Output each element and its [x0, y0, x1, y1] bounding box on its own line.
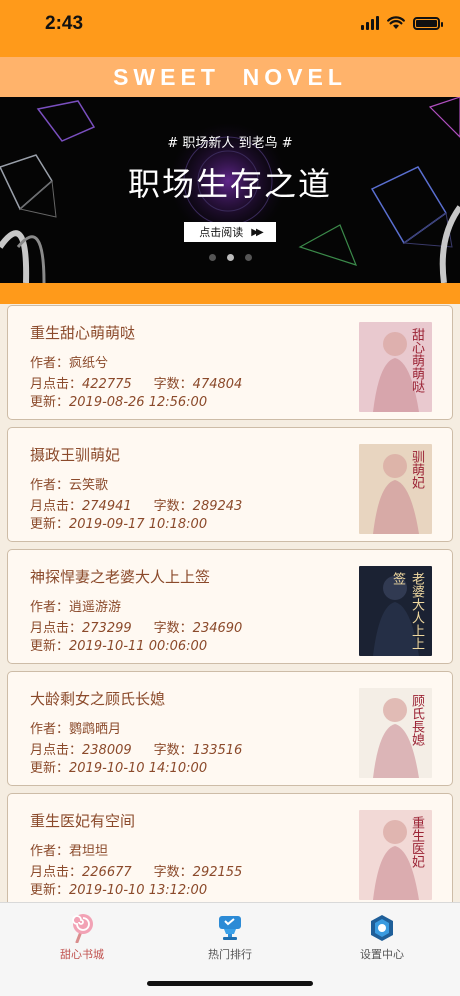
trophy-icon [215, 913, 245, 943]
book-card[interactable]: 大龄剩女之顾氏长媳 作者：鹦鹉晒月 月点击：238009 字数：133516 更新… [7, 671, 453, 786]
updated-value: 2019-10-10 14:10:00 [69, 761, 208, 776]
monthly-clicks-label: 月点击： [30, 621, 83, 636]
battery-icon [413, 16, 443, 30]
monthly-clicks-label: 月点击： [30, 865, 83, 880]
book-cover-image[interactable]: 顾氏長媳 [359, 688, 432, 778]
book-card[interactable]: 重生甜心萌萌哒 作者：疯纸兮 月点击：422775 字数：474804 更新：20… [7, 305, 453, 420]
book-stats: 月点击：238009 字数：133516 更新：2019-10-10 14:10:… [30, 742, 242, 778]
book-card[interactable]: 神探悍妻之老婆大人上上签 作者：逍遥游游 月点击：273299 字数：234690… [7, 549, 453, 664]
settings-badge-icon [367, 913, 397, 943]
updated-value: 2019-09-17 10:18:00 [69, 517, 208, 532]
brand-title: SWEET NOVEL [113, 63, 347, 90]
book-stats: 月点击：422775 字数：474804 更新：2019-08-26 12:56:… [30, 376, 242, 412]
word-count-label: 字数： [153, 743, 193, 758]
book-cover-image[interactable]: 老婆大人上上签 [359, 566, 432, 656]
tab-settings-label: 设置中心 [360, 948, 404, 961]
book-author: 作者：君坦坦 [30, 844, 109, 859]
book-title: 重生医妃有空间 [30, 812, 136, 830]
carousel-page-indicator[interactable] [0, 254, 460, 261]
cellular-signal-icon [361, 16, 379, 30]
book-cover-text: 老婆大人上上签 [390, 572, 424, 650]
home-indicator[interactable] [147, 981, 313, 986]
brand-header: SWEET NOVEL [0, 57, 460, 97]
word-count-value: 292155 [192, 865, 243, 880]
monthly-clicks-value: 422775 [82, 377, 132, 392]
updated-label: 更新： [30, 883, 70, 898]
book-cover-image[interactable]: 甜心萌萌哒 [359, 322, 432, 412]
book-cover-image[interactable]: 驯萌妃 [359, 444, 432, 534]
carousel-dot[interactable] [208, 254, 216, 261]
tab-ranking[interactable]: 热门排行 [175, 913, 285, 965]
tab-bookstore-label: 甜心书城 [60, 948, 104, 961]
book-cover-text: 重生医妃 [409, 816, 424, 868]
book-author: 作者：鹦鹉晒月 [30, 722, 122, 737]
word-count-value: 474804 [192, 377, 243, 392]
banner-title: 职场生存之道 [127, 165, 332, 203]
book-cover-text: 甜心萌萌哒 [409, 328, 424, 393]
book-author: 作者：逍遥游游 [30, 600, 122, 615]
word-count-label: 字数： [153, 499, 193, 514]
book-cover-image[interactable]: 重生医妃 [359, 810, 432, 900]
word-count-value: 234690 [192, 621, 243, 636]
carousel-dot[interactable] [244, 254, 252, 261]
word-count-label: 字数： [153, 865, 193, 880]
book-cover-text: 顾氏長媳 [409, 694, 424, 746]
monthly-clicks-value: 238009 [82, 743, 132, 758]
word-count-value: 289243 [192, 499, 243, 514]
banner-carousel[interactable]: # 职场新人 到老鸟 # 职场生存之道 点击阅读 ▶▶ [0, 97, 460, 283]
book-card[interactable]: 重生医妃有空间 作者：君坦坦 月点击：226677 字数：292155 更新：20… [7, 793, 453, 902]
lollipop-icon [67, 913, 97, 943]
monthly-clicks-value: 273299 [82, 621, 132, 636]
updated-value: 2019-10-10 13:12:00 [69, 883, 208, 898]
monthly-clicks-value: 226677 [82, 865, 132, 880]
word-count-label: 字数： [153, 377, 193, 392]
updated-label: 更新： [30, 761, 70, 776]
status-bar: 2:43 [0, 0, 460, 57]
updated-value: 2019-10-11 00:06:00 [69, 639, 208, 654]
updated-label: 更新： [30, 517, 70, 532]
book-cover-text: 驯萌妃 [409, 450, 424, 489]
wifi-icon [387, 16, 405, 29]
read-now-label: 点击阅读 [199, 226, 244, 239]
monthly-clicks-label: 月点击： [30, 499, 83, 514]
book-list[interactable]: 重生甜心萌萌哒 作者：疯纸兮 月点击：422775 字数：474804 更新：20… [0, 304, 460, 902]
monthly-clicks-label: 月点击： [30, 377, 83, 392]
updated-label: 更新： [30, 639, 70, 654]
book-author: 作者：云笑歌 [30, 478, 109, 493]
book-title: 重生甜心萌萌哒 [30, 324, 136, 342]
book-stats: 月点击：226677 字数：292155 更新：2019-10-10 13:12:… [30, 864, 242, 900]
status-time: 2:43 [45, 13, 84, 34]
book-stats: 月点击：273299 字数：234690 更新：2019-10-11 00:06:… [30, 620, 242, 656]
updated-value: 2019-08-26 12:56:00 [69, 395, 208, 410]
orange-divider [0, 283, 460, 304]
status-icons [361, 16, 443, 30]
play-arrow-icon: ▶▶ [251, 226, 264, 238]
updated-label: 更新： [30, 395, 70, 410]
monthly-clicks-value: 274941 [82, 499, 132, 514]
carousel-dot[interactable] [226, 254, 234, 261]
tab-ranking-label: 热门排行 [208, 948, 252, 961]
book-card[interactable]: 摄政王驯萌妃 作者：云笑歌 月点击：274941 字数：289243 更新：201… [7, 427, 453, 542]
book-title: 摄政王驯萌妃 [30, 446, 121, 464]
tab-settings[interactable]: 设置中心 [327, 913, 437, 965]
book-author: 作者：疯纸兮 [30, 356, 109, 371]
book-title: 神探悍妻之老婆大人上上签 [30, 568, 211, 586]
word-count-label: 字数： [153, 621, 193, 636]
banner-tagline: # 职场新人 到老鸟 # [167, 136, 293, 151]
tab-bookstore[interactable]: 甜心书城 [27, 913, 137, 965]
word-count-value: 133516 [192, 743, 243, 758]
read-now-button[interactable]: 点击阅读 ▶▶ [184, 222, 276, 242]
book-stats: 月点击：274941 字数：289243 更新：2019-09-17 10:18:… [30, 498, 242, 534]
book-title: 大龄剩女之顾氏长媳 [30, 690, 166, 708]
monthly-clicks-label: 月点击： [30, 743, 83, 758]
